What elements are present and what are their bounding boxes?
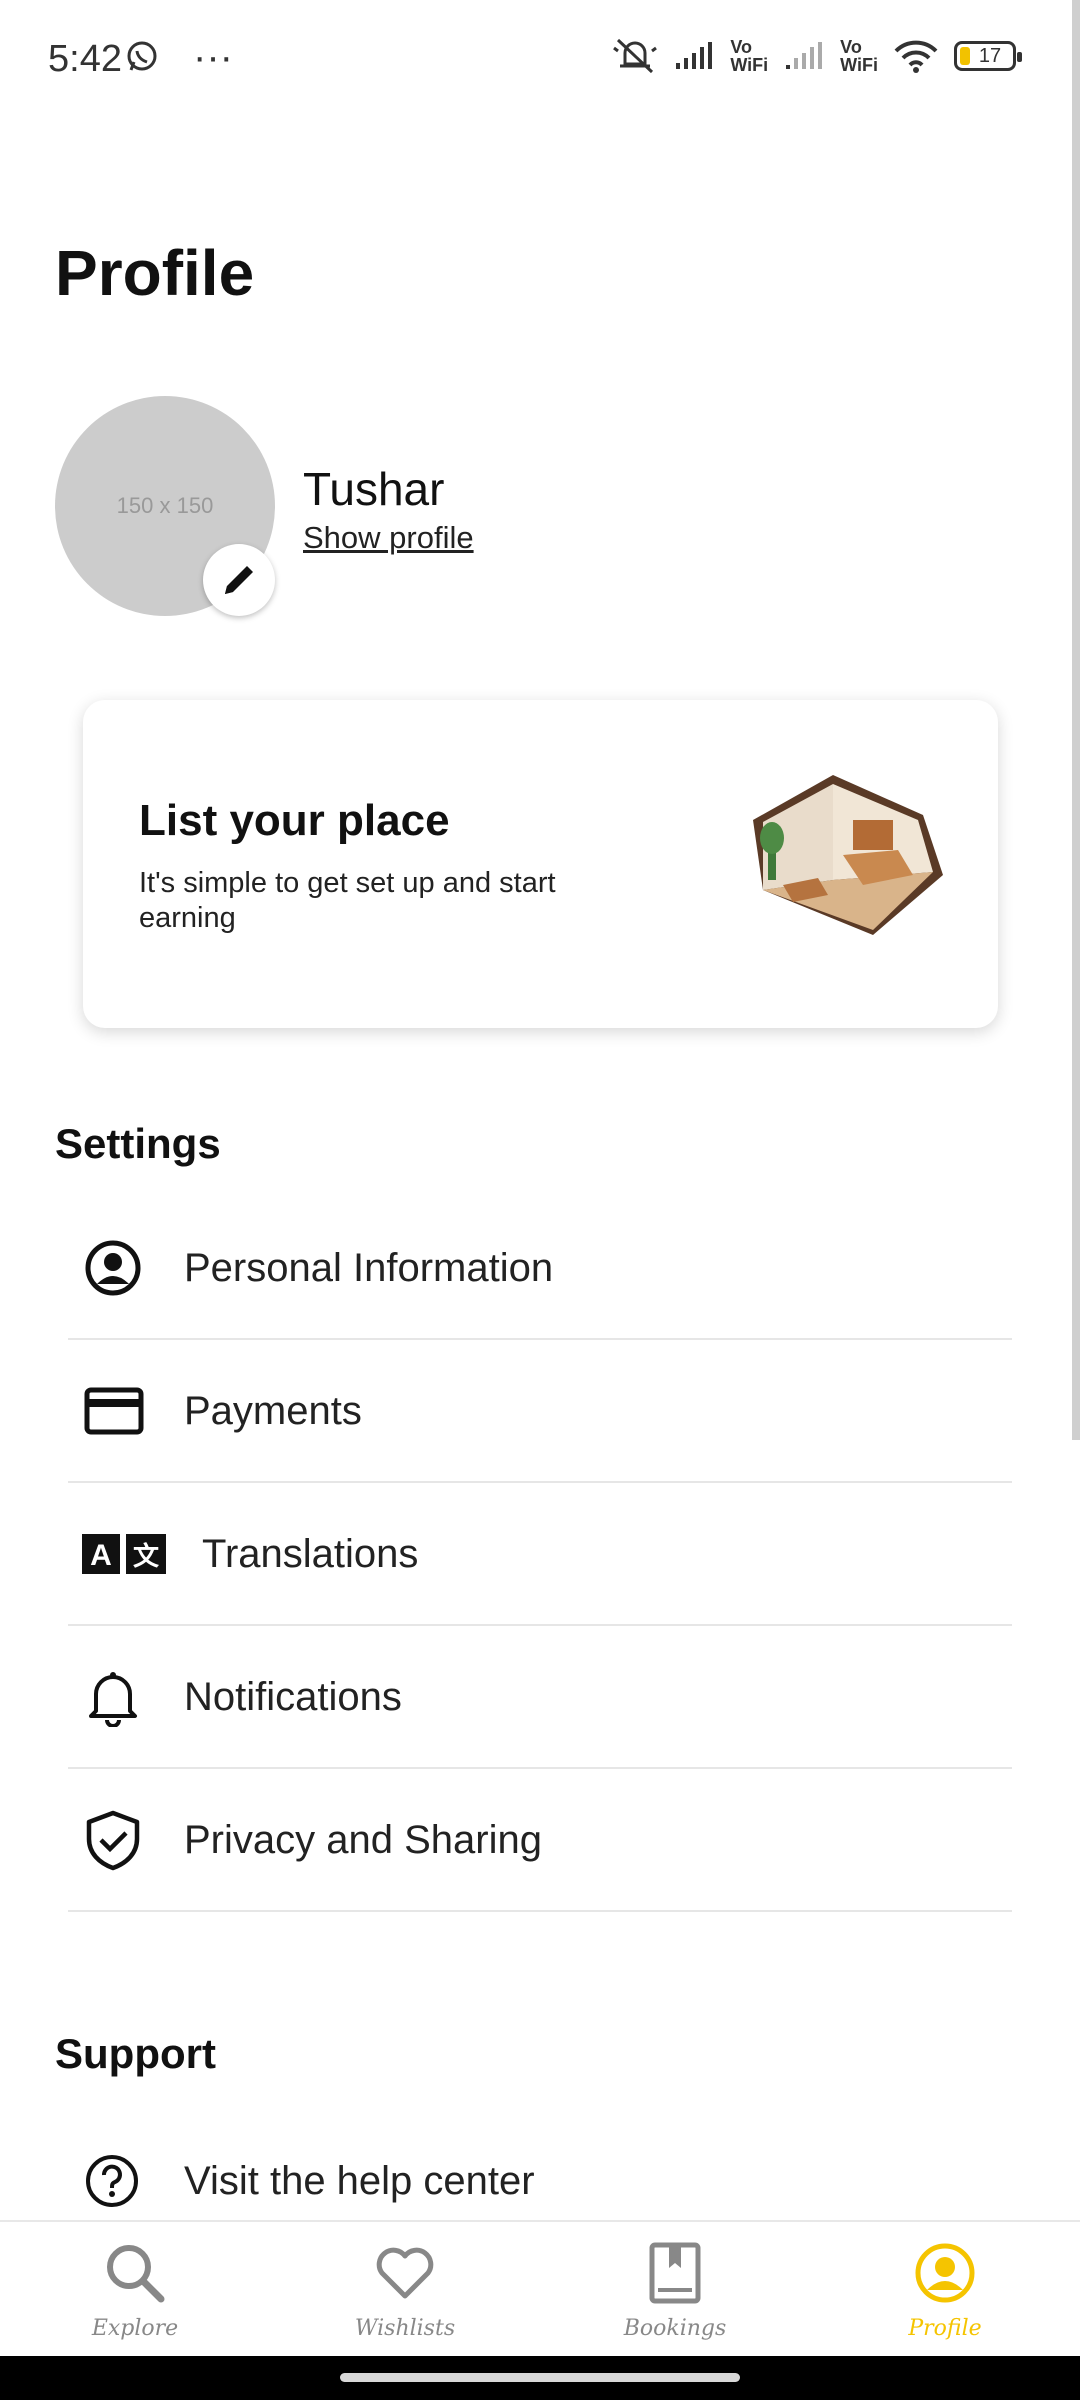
- bell-icon: [68, 1667, 164, 1727]
- nav-label: Bookings: [623, 2316, 727, 2341]
- menu-translations[interactable]: A 文 Translations: [68, 1484, 1012, 1626]
- show-profile-link[interactable]: Show profile: [303, 520, 474, 556]
- menu-payments[interactable]: Payments: [68, 1341, 1012, 1483]
- help-circle-icon: [68, 2151, 164, 2211]
- translate-icon: A 文: [68, 1524, 180, 1584]
- battery-level: 17: [978, 44, 1002, 67]
- menu-label: Personal Information: [184, 1245, 554, 1290]
- avatar-placeholder-text: 150 x 150: [116, 493, 214, 518]
- heart-icon: [376, 2247, 434, 2299]
- scrollbar[interactable]: [1072, 0, 1080, 1440]
- whatsapp-icon: [127, 41, 157, 71]
- menu-privacy-and-sharing[interactable]: Privacy and Sharing: [68, 1770, 1012, 1912]
- support-title: Support: [55, 2030, 216, 2077]
- svg-text:A: A: [90, 1539, 112, 1572]
- menu-label: Privacy and Sharing: [184, 1817, 542, 1862]
- nav-profile[interactable]: Profile: [810, 2222, 1080, 2356]
- credit-card-icon: [68, 1381, 164, 1441]
- nav-wishlists[interactable]: Wishlists: [270, 2222, 540, 2356]
- status-time: 5:42: [48, 38, 122, 80]
- nav-label: Explore: [91, 2316, 179, 2341]
- card-title: List your place: [139, 796, 450, 845]
- signal-icon-2: [786, 42, 823, 69]
- shield-check-icon: [68, 1810, 164, 1871]
- vowifi-label-2: Vo WiFi: [840, 37, 878, 75]
- card-subtitle: It's simple to get set up and start earn…: [139, 867, 556, 934]
- user-name: Tushar: [303, 463, 445, 515]
- nav-bookings[interactable]: Bookings: [540, 2222, 810, 2356]
- bottom-navigation: Explore Wishlists Bookings Profile: [0, 2220, 1080, 2356]
- menu-personal-information[interactable]: Personal Information: [68, 1198, 1012, 1340]
- room-illustration: [753, 775, 943, 935]
- menu-label: Visit the help center: [184, 2158, 535, 2203]
- mute-bell-icon: [613, 38, 658, 74]
- profile-icon: [915, 2243, 975, 2303]
- page-title: Profile: [55, 237, 255, 309]
- status-right-icons: Vo WiFi Vo WiFi 17: [612, 36, 1022, 76]
- nav-explore[interactable]: Explore: [0, 2222, 270, 2356]
- battery-icon: 17: [954, 41, 1022, 71]
- menu-label: Payments: [184, 1388, 362, 1433]
- signal-icon-1: [676, 42, 713, 69]
- wifi-icon: [894, 40, 938, 73]
- list-your-place-card[interactable]: List your place It's simple to get set u…: [83, 700, 998, 1028]
- status-left-icons: ···: [125, 35, 233, 79]
- edit-avatar-button[interactable]: [203, 544, 275, 616]
- menu-label: Translations: [202, 1531, 419, 1576]
- home-gesture-bar[interactable]: [340, 2373, 740, 2382]
- svg-text:文: 文: [133, 1541, 160, 1572]
- book-icon: [649, 2242, 701, 2304]
- settings-title: Settings: [55, 1120, 221, 1167]
- search-icon: [107, 2245, 165, 2303]
- account-circle-icon: [68, 1238, 164, 1298]
- menu-label: Notifications: [184, 1674, 402, 1719]
- more-dots: ···: [193, 35, 233, 79]
- pencil-icon: [225, 566, 253, 594]
- nav-label: Profile: [908, 2316, 982, 2341]
- status-bar: 5:42 ··· Vo WiFi Vo WiFi 17: [0, 0, 1080, 120]
- vowifi-label-1: Vo WiFi: [730, 37, 769, 75]
- menu-notifications[interactable]: Notifications: [68, 1627, 1012, 1769]
- nav-label: Wishlists: [354, 2316, 456, 2341]
